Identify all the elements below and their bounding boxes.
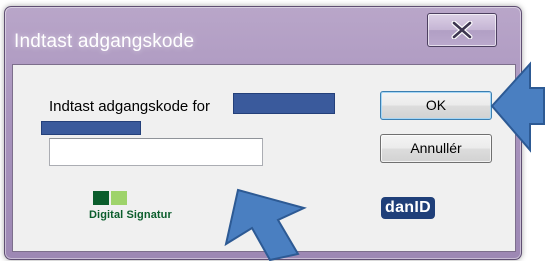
digital-signatur-wordmark: Digital Signatur bbox=[89, 209, 172, 221]
close-button[interactable] bbox=[427, 13, 497, 47]
danid-logo: danID bbox=[381, 197, 435, 219]
password-prompt-label: Indtast adgangskode for bbox=[49, 98, 210, 115]
password-field[interactable] bbox=[49, 138, 263, 166]
digital-signatur-logo: Digital Signatur bbox=[89, 191, 209, 231]
logo-square-light bbox=[111, 191, 127, 205]
annotation-arrow-bottom bbox=[224, 188, 307, 261]
redaction-box-username-continued bbox=[41, 121, 141, 135]
ok-button[interactable]: OK bbox=[380, 91, 492, 120]
close-icon bbox=[451, 21, 473, 39]
cancel-button[interactable]: Annullér bbox=[380, 134, 492, 163]
redaction-box-username bbox=[233, 93, 335, 114]
annotation-arrow-right bbox=[490, 61, 545, 153]
logo-square-dark bbox=[93, 191, 109, 205]
window-title: Indtast adgangskode bbox=[14, 31, 195, 52]
title-bar: Indtast adgangskode bbox=[5, 7, 521, 65]
screenshot-stage: Indtast adgangskode Indtast adgangskode … bbox=[0, 0, 548, 261]
